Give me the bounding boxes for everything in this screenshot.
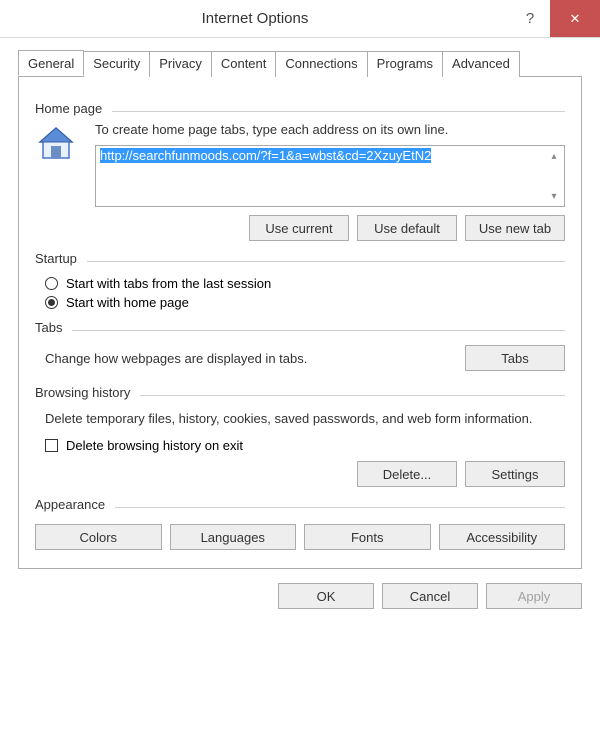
tabs-desc: Change how webpages are displayed in tab… [45, 351, 307, 366]
delete-button[interactable]: Delete... [357, 461, 457, 487]
history-label: Browsing history [35, 385, 130, 400]
languages-button[interactable]: Languages [170, 524, 297, 550]
tabs-row: Change how webpages are displayed in tab… [45, 345, 565, 371]
tab-general[interactable]: General [18, 50, 84, 76]
tabs-section-head: Tabs [35, 320, 565, 341]
radio-icon [45, 296, 58, 309]
cancel-button[interactable]: Cancel [382, 583, 478, 609]
tabstrip: General Security Privacy Content Connect… [18, 50, 582, 77]
divider [140, 395, 565, 396]
homepage-label: Home page [35, 101, 102, 116]
homepage-desc: To create home page tabs, type each addr… [95, 122, 565, 137]
tab-security[interactable]: Security [83, 51, 150, 77]
appearance-label: Appearance [35, 497, 105, 512]
colors-button[interactable]: Colors [35, 524, 162, 550]
history-section-head: Browsing history [35, 385, 565, 406]
titlebar-controls: ? ✕ [510, 0, 600, 37]
divider [87, 261, 565, 262]
scroll-up-icon[interactable]: ▴ [546, 148, 562, 164]
use-new-tab-button[interactable]: Use new tab [465, 215, 565, 241]
checkbox-icon [45, 439, 58, 452]
homepage-row: To create home page tabs, type each addr… [35, 122, 565, 207]
homepage-section-head: Home page [35, 101, 565, 122]
apply-button[interactable]: Apply [486, 583, 582, 609]
history-buttons: Delete... Settings [35, 461, 565, 487]
tab-content[interactable]: Content [211, 51, 277, 77]
dialog-body: General Security Privacy Content Connect… [0, 38, 600, 569]
ok-button[interactable]: OK [278, 583, 374, 609]
use-default-button[interactable]: Use default [357, 215, 457, 241]
tabs-label: Tabs [35, 320, 62, 335]
startup-section-head: Startup [35, 251, 565, 272]
homepage-url-input[interactable]: http://searchfunmoods.com/?f=1&a=wbst&cd… [95, 145, 565, 207]
divider [72, 330, 565, 331]
divider [115, 507, 565, 508]
radio-icon [45, 277, 58, 290]
checkbox-label: Delete browsing history on exit [66, 438, 243, 453]
close-button[interactable]: ✕ [550, 0, 600, 37]
settings-button[interactable]: Settings [465, 461, 565, 487]
close-icon: ✕ [570, 11, 581, 27]
scroll-down-icon[interactable]: ▾ [546, 188, 562, 204]
accessibility-button[interactable]: Accessibility [439, 524, 566, 550]
use-current-button[interactable]: Use current [249, 215, 349, 241]
dialog-footer: OK Cancel Apply [0, 569, 600, 623]
startup-option-last-session[interactable]: Start with tabs from the last session [45, 276, 565, 291]
radio-label: Start with tabs from the last session [66, 276, 271, 291]
window-title: Internet Options [0, 10, 510, 27]
divider [112, 111, 565, 112]
fonts-button[interactable]: Fonts [304, 524, 431, 550]
tab-advanced[interactable]: Advanced [442, 51, 520, 77]
tab-privacy[interactable]: Privacy [149, 51, 212, 77]
appearance-buttons: Colors Languages Fonts Accessibility [35, 524, 565, 550]
history-desc: Delete temporary files, history, cookies… [45, 410, 565, 428]
delete-on-exit-checkbox[interactable]: Delete browsing history on exit [45, 438, 565, 453]
homepage-buttons: Use current Use default Use new tab [35, 215, 565, 241]
titlebar: Internet Options ? ✕ [0, 0, 600, 38]
tab-programs[interactable]: Programs [367, 51, 443, 77]
appearance-section-head: Appearance [35, 497, 565, 518]
homepage-content: To create home page tabs, type each addr… [95, 122, 565, 207]
startup-label: Startup [35, 251, 77, 266]
home-icon [35, 122, 81, 169]
general-panel: Home page To create home page tabs, type… [18, 77, 582, 569]
startup-option-homepage[interactable]: Start with home page [45, 295, 565, 310]
help-button[interactable]: ? [510, 0, 550, 37]
tabs-button[interactable]: Tabs [465, 345, 565, 371]
tab-connections[interactable]: Connections [275, 51, 367, 77]
radio-label: Start with home page [66, 295, 189, 310]
homepage-url-text: http://searchfunmoods.com/?f=1&a=wbst&cd… [100, 148, 431, 163]
